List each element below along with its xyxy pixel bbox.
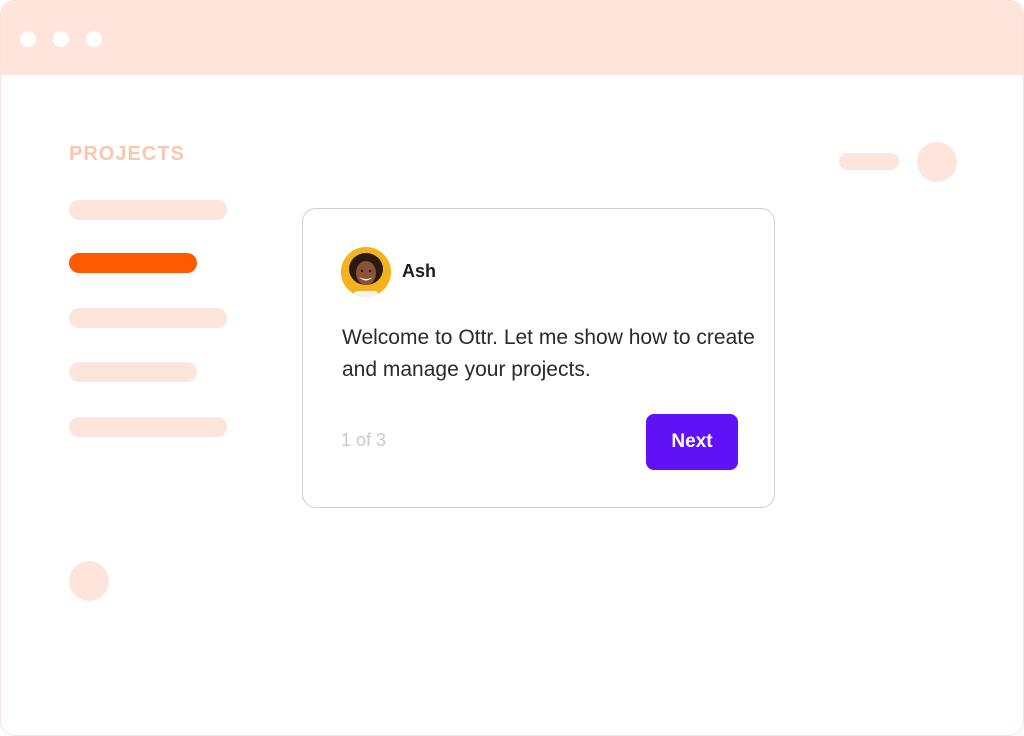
tour-author-name: Ash	[402, 261, 437, 281]
app-window: PROJECTS Ash Welcome to Ottr. Let me sho…	[0, 0, 1024, 736]
sidebar-item-placeholder[interactable]	[69, 308, 227, 328]
sidebar-item-active[interactable]	[69, 253, 197, 273]
person-avatar-icon	[341, 247, 391, 297]
sidebar-item-placeholder[interactable]	[69, 362, 197, 382]
user-avatar-placeholder[interactable]	[69, 561, 109, 601]
next-button[interactable]: Next	[646, 414, 738, 470]
profile-avatar-placeholder[interactable]	[917, 142, 957, 182]
title-bar	[1, 1, 1023, 75]
window-control-dot[interactable]	[86, 31, 102, 47]
window-control-dot[interactable]	[20, 31, 36, 47]
tour-step-counter: 1 of 3	[341, 430, 387, 450]
tour-message: Welcome to Ottr. Let me show how to crea…	[342, 326, 755, 381]
window-control-dot[interactable]	[53, 31, 69, 47]
onboarding-tour-card: Ash Welcome to Ottr. Let me show how to …	[302, 208, 775, 508]
sidebar-title: PROJECTS	[69, 143, 185, 165]
sidebar-item-placeholder[interactable]	[69, 417, 227, 437]
sidebar-item-placeholder[interactable]	[69, 200, 227, 220]
header-placeholder-pill	[839, 153, 899, 170]
